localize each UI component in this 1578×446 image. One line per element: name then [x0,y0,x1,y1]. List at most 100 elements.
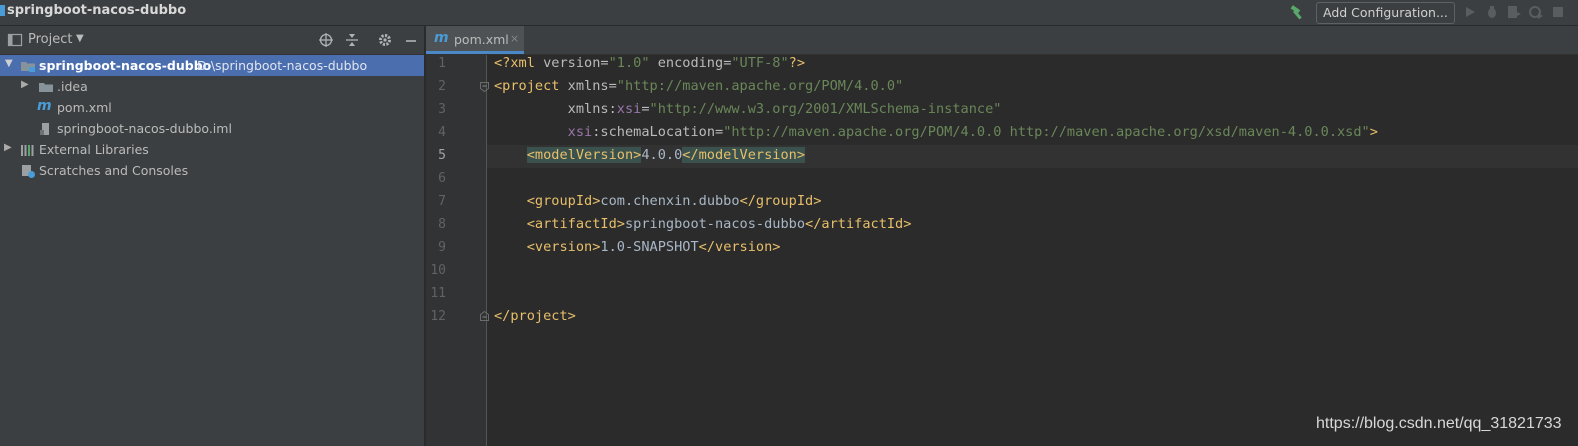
tree-item-pom[interactable]: m pom.xml [0,97,424,118]
code-line-2: <project xmlns="http://maven.apache.org/… [494,78,903,94]
tag-open: <modelVersion> [526,147,642,163]
line-number: 11 [430,286,446,301]
tree-item-label: springboot-nacos-dubbo [39,58,212,73]
attr-name: encoding [657,55,724,71]
tree-item-scratches[interactable]: Scratches and Consoles [0,160,424,181]
title-bar: springboot-nacos-dubbo Add Configuration… [0,0,1578,26]
xml-decl-open: <?xml [494,55,544,71]
tab-pom-xml[interactable]: m pom.xml × [426,26,524,54]
project-panel-header: Project ▼ [0,26,424,55]
code-line-3: xmlns:xsi="http://www.w3.org/2001/XMLSch… [494,101,1002,117]
equals: = [715,124,724,140]
run-coverage-icon[interactable] [1506,4,1522,20]
equals: = [600,55,609,71]
attr-name: xmlns [567,78,609,94]
module-folder-icon [21,62,35,72]
hide-panel-icon[interactable] [403,32,419,48]
chevron-down-icon[interactable]: ▼ [76,33,84,44]
tag-close: </artifactId> [805,216,912,232]
code-line-8: <artifactId>springboot-nacos-dubbo</arti… [494,216,912,232]
tab-label: pom.xml [454,32,509,47]
add-configuration-button[interactable]: Add Configuration... [1316,2,1455,24]
fold-close-icon[interactable] [480,311,489,321]
folder-icon [39,83,53,92]
maven-icon: m [434,30,449,46]
tree-item-label: Scratches and Consoles [39,163,189,178]
line-number: 6 [438,171,446,186]
run-icon[interactable] [1462,4,1478,20]
tree-item-iml[interactable]: springboot-nacos-dubbo.iml [0,118,424,139]
stop-icon[interactable] [1550,4,1566,20]
namespace: xsi [616,101,642,117]
tree-item-label: springboot-nacos-dubbo.iml [57,121,232,136]
project-tree: ▼ springboot-nacos-dubbo D:\springboot-n… [0,55,424,446]
code-line-7: <groupId>com.chenxin.dubbo</groupId> [494,193,822,209]
tag-text: 4.0.0 [641,147,683,163]
build-hammer-icon[interactable] [1288,3,1306,21]
namespace: xsi [567,124,593,140]
line-number: 12 [430,309,446,324]
debug-icon[interactable] [1484,4,1500,20]
xml-decl-close: ?> [788,55,806,71]
maven-icon: m [37,98,52,114]
attr-value: "1.0" [608,55,650,71]
collapsed-arrow-icon[interactable]: ▶ [21,79,29,90]
tree-item-external-libraries[interactable]: ▶ External Libraries [0,139,424,160]
code-line-1: <?xml version="1.0" encoding="UTF-8"?> [494,55,805,71]
collapse-all-icon[interactable] [344,32,360,48]
project-view-selector[interactable]: Project [28,32,72,47]
gear-icon[interactable] [377,32,393,48]
module-icon [0,5,5,16]
attr-value: "http://maven.apache.org/POM/4.0.0 http:… [723,124,1370,140]
tag-close: > [1369,124,1378,140]
line-number: 8 [438,217,446,232]
tag-close: </version> [698,239,781,255]
project-title[interactable]: springboot-nacos-dubbo [0,3,186,18]
tree-item-idea[interactable]: ▶ .idea [0,76,424,97]
attr-value: "http://maven.apache.org/POM/4.0.0" [616,78,904,94]
line-number: 5 [438,148,446,163]
line-number: 3 [438,102,446,117]
tag-open: <artifactId> [526,216,625,232]
tree-item-label: pom.xml [57,100,112,115]
expanded-arrow-icon[interactable]: ▼ [5,58,13,69]
tag-open: <project [494,78,568,94]
tag-close: </project> [494,308,576,324]
line-number: 2 [438,79,446,94]
tag-text: com.chenxin.dubbo [600,193,740,209]
code-line-9: <version>1.0-SNAPSHOT</version> [494,239,781,255]
attr-name: xmlns [567,101,609,117]
tag-open: <groupId> [526,193,601,209]
tree-item-project-root[interactable]: ▼ springboot-nacos-dubbo D:\springboot-n… [0,55,424,76]
line-number: 1 [438,56,446,71]
code-line-4: xsi:schemaLocation="http://maven.apache.… [494,124,1378,140]
project-panel-icon [7,33,23,47]
tag-close: </modelVersion> [682,147,806,163]
project-path: D:\springboot-nacos-dubbo [197,58,368,73]
code-line-12: </project> [494,308,576,324]
watermark: https://blog.csdn.net/qq_31821733 [1316,415,1562,432]
close-icon[interactable]: × [510,32,519,45]
collapsed-arrow-icon[interactable]: ▶ [4,142,12,153]
tree-item-label: External Libraries [39,142,149,157]
equals: = [608,78,617,94]
colon: : [608,101,617,117]
attr-value: "http://www.w3.org/2001/XMLSchema-instan… [649,101,1002,117]
equals: = [641,101,650,117]
fold-open-icon[interactable] [480,82,489,92]
code-line-5: <modelVersion>4.0.0</modelVersion> [494,147,806,163]
tag-text: 1.0-SNAPSHOT [600,239,699,255]
project-title-label: springboot-nacos-dubbo [7,3,187,18]
line-number: 10 [430,263,446,278]
line-number: 4 [438,125,446,140]
profile-icon[interactable] [1528,4,1544,20]
library-icon [21,145,34,156]
line-number: 7 [438,194,446,209]
file-icon [40,123,49,135]
attr-value: "UTF-8" [731,55,789,71]
tree-item-label: .idea [57,79,88,94]
locate-target-icon[interactable] [318,32,334,48]
scratches-icon [22,165,35,178]
editor-tab-bar: m pom.xml × [426,26,1578,55]
